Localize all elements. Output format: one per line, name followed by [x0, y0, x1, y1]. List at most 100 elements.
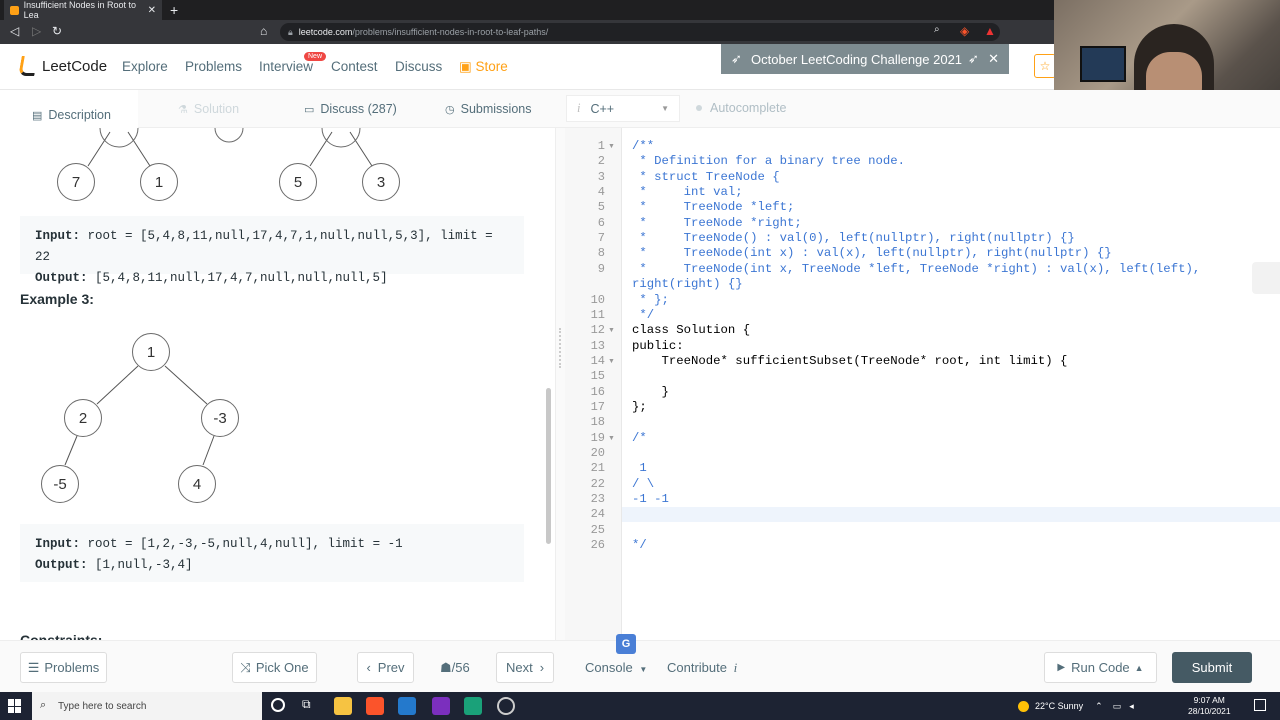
reload-icon[interactable]: ↻	[52, 24, 62, 38]
nav-store[interactable]: ▣ Store	[459, 59, 508, 75]
input-label: Input:	[35, 229, 81, 243]
file-explorer-icon[interactable]	[334, 697, 352, 715]
leetcode-logo[interactable]: LeetCode	[18, 56, 107, 76]
challenge-banner[interactable]: ➶ October LeetCoding Challenge 2021 ➶ ✕	[721, 44, 1009, 74]
splitter-grip	[559, 328, 561, 368]
browser-tab[interactable]: Insufficient Nodes in Root to Lea ✕	[4, 0, 162, 20]
back-icon[interactable]: ◁	[10, 24, 19, 38]
new-tab-icon[interactable]: +	[170, 2, 178, 18]
windows-start-icon[interactable]	[8, 699, 22, 713]
weather-text[interactable]: 22°C Sunny	[1035, 701, 1083, 711]
notification-icon[interactable]	[1254, 699, 1266, 711]
brave-browser-icon[interactable]	[366, 697, 384, 715]
windows-taskbar: ⌕ Type here to search ⧉ 22°C Sunny ⌃ ▭ ◂…	[0, 692, 1280, 720]
output-label: Output:	[35, 558, 88, 572]
tree-node: 4	[178, 465, 216, 503]
nav-contest[interactable]: Contest	[331, 59, 378, 74]
input-label: Input:	[35, 537, 81, 551]
editor-side-handle[interactable]	[1252, 262, 1280, 294]
tab-description[interactable]: ▤ Description	[0, 90, 138, 128]
run-code-button[interactable]: ▶ Run Code ▲	[1044, 652, 1157, 683]
nav-store-label: Store	[475, 59, 508, 74]
tree-edge	[87, 131, 111, 167]
fold-toggle-icon[interactable]: ▼	[608, 435, 615, 442]
nav-problems[interactable]: Problems	[185, 59, 242, 74]
language-select[interactable]: i C++ ▼	[566, 95, 680, 122]
nav-interview[interactable]: Interview	[259, 59, 313, 74]
leetcode-logo-icon	[18, 56, 38, 76]
contribute-link[interactable]: Contribute i	[667, 660, 737, 676]
line-number: 2	[597, 154, 605, 169]
problem-page-counter[interactable]: ☗/56	[440, 660, 470, 676]
code-line: /**	[632, 139, 655, 153]
tree-edge	[127, 131, 151, 167]
vscode-icon[interactable]	[398, 697, 416, 715]
code-line: * TreeNode *right;	[632, 215, 802, 230]
input-value: root = [5,4,8,11,null,17,4,7,1,null,null…	[35, 229, 493, 264]
app-icon[interactable]	[464, 697, 482, 715]
flask-icon: ⚗	[178, 103, 188, 116]
brave-shield-icon[interactable]: ◈	[960, 24, 969, 38]
next-label: Next	[505, 660, 533, 675]
rewards-icon[interactable]: ▲	[984, 24, 996, 38]
code-line: * Definition for a binary tree node.	[632, 154, 906, 169]
url-bar[interactable]: 🔒︎ leetcode.com /problems/insufficient-n…	[280, 23, 1000, 41]
google-translate-icon[interactable]: G	[616, 634, 636, 654]
line-number: 23	[590, 492, 605, 507]
close-tab-icon[interactable]: ✕	[148, 5, 156, 16]
nav-explore[interactable]: Explore	[122, 59, 168, 74]
network-icon[interactable]: ▭	[1113, 701, 1122, 712]
pane-splitter[interactable]	[555, 128, 565, 640]
banner-text: October LeetCoding Challenge 2021	[751, 51, 963, 67]
line-number: 25	[590, 522, 605, 537]
autocomplete-toggle[interactable]: Autocomplete	[696, 101, 786, 115]
code-line: * int val;	[632, 185, 743, 200]
list-icon: ☰	[27, 659, 40, 675]
tree-node: -3	[201, 399, 239, 437]
console-toggle[interactable]: Console ▼	[585, 660, 647, 675]
task-view-icon[interactable]: ⧉	[302, 697, 311, 712]
pick-one-button[interactable]: ⤨ Pick One	[232, 652, 317, 683]
play-icon: ▶	[1057, 662, 1066, 673]
volume-icon[interactable]: ◂	[1129, 701, 1134, 712]
nav-discuss[interactable]: Discuss	[395, 59, 442, 74]
onenote-icon[interactable]	[432, 697, 450, 715]
submit-button[interactable]: Submit	[1172, 652, 1252, 683]
contribute-label: Contribute	[667, 660, 727, 675]
code-line: * };	[632, 292, 669, 307]
line-number: 20	[590, 446, 605, 460]
tray-chevron-up-icon[interactable]: ⌃	[1095, 701, 1103, 712]
fold-toggle-icon[interactable]: ▼	[608, 358, 615, 365]
fold-toggle-icon[interactable]: ▼	[608, 143, 615, 150]
sun-icon	[1018, 700, 1029, 712]
premium-star-icon[interactable]: ☆	[1034, 54, 1056, 78]
zoom-icon[interactable]: ⌕	[934, 24, 940, 35]
obs-icon[interactable]	[497, 697, 515, 715]
store-icon: ▣	[459, 59, 476, 74]
tab-discuss[interactable]: ▭ Discuss (287)	[304, 102, 397, 116]
bookmark-icon[interactable]: ⌂	[260, 24, 267, 38]
tab-submissions[interactable]: ◷ Submissions	[445, 102, 531, 116]
line-number: 19	[590, 430, 605, 445]
clock-time: 9:07 AM	[1193, 695, 1225, 705]
cortana-icon[interactable]	[271, 698, 285, 712]
taskbar-search[interactable]: ⌕ Type here to search	[32, 692, 262, 720]
system-clock[interactable]: 9:07 AM 28/10/2021	[1188, 695, 1231, 717]
tree-node-partial	[214, 128, 244, 143]
chevron-right-icon: ›	[539, 660, 545, 675]
next-button[interactable]: Next ›	[496, 652, 554, 683]
forward-icon[interactable]: ▷	[32, 24, 41, 38]
tree-node: 7	[57, 163, 95, 201]
line-number: 24	[590, 507, 605, 522]
tree-edge	[349, 131, 373, 167]
code-line: };	[632, 399, 647, 414]
chevron-left-icon: ‹	[366, 660, 371, 675]
tab-solution[interactable]: ⚗ Solution	[178, 102, 239, 116]
banner-close-icon[interactable]: ✕	[988, 51, 999, 67]
problems-button[interactable]: ☰ Problems	[20, 652, 107, 683]
description-scrollbar[interactable]	[546, 388, 551, 544]
search-icon: ⌕	[40, 699, 47, 711]
fold-toggle-icon[interactable]: ▼	[608, 327, 615, 334]
prev-button[interactable]: ‹ Prev	[357, 652, 414, 683]
description-tabs: ▤ Description ⚗ Solution ▭ Discuss (287)…	[0, 90, 555, 128]
